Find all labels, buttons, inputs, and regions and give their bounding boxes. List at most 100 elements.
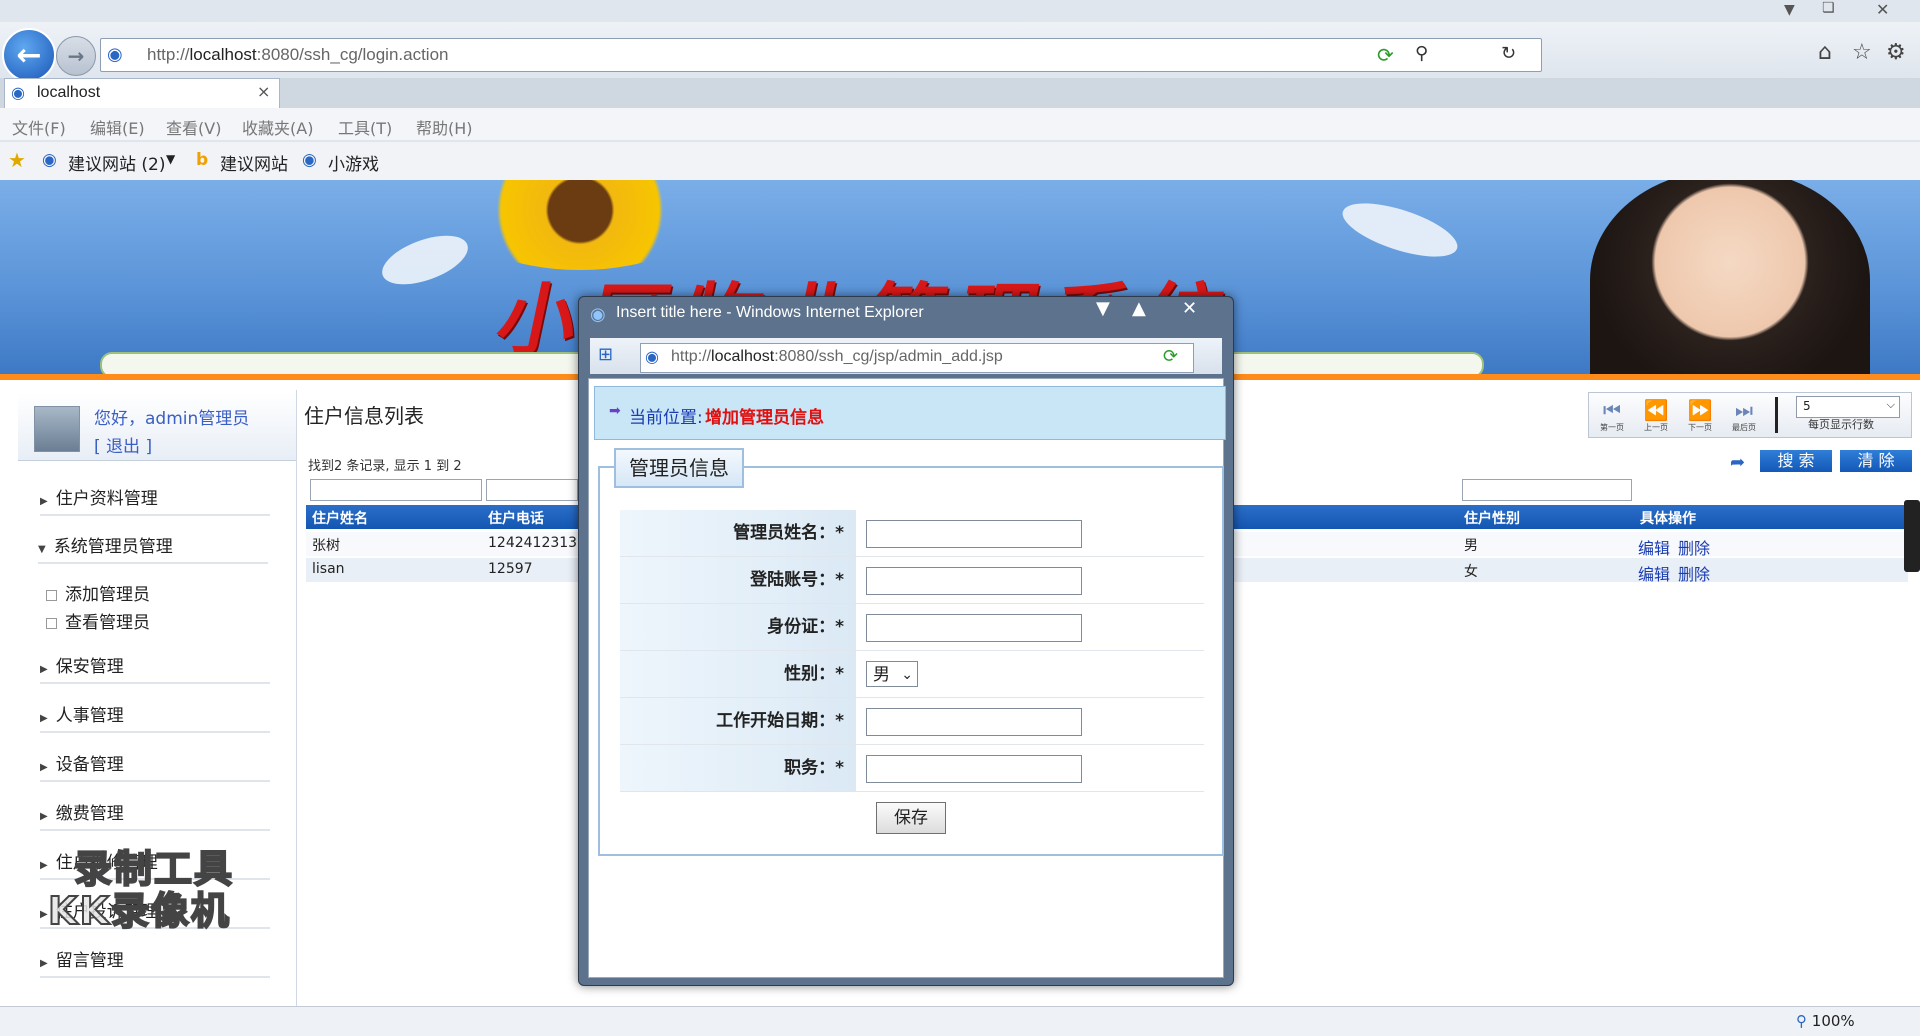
- login-account-input[interactable]: [866, 567, 1082, 595]
- dove-image-2: [1336, 192, 1464, 268]
- filter-phone-input[interactable]: [486, 479, 578, 501]
- menu-view[interactable]: 查看(V): [166, 115, 221, 139]
- chevron-down-icon[interactable]: ▼: [166, 152, 175, 166]
- sidebar-subitem-view-admin[interactable]: 查看管理员: [46, 608, 150, 633]
- zoom-level[interactable]: ⚲ 100%: [1796, 1012, 1855, 1030]
- sidebar-item-label: 设备管理: [55, 755, 124, 775]
- sidebar-subitem-add-admin[interactable]: 添加管理员: [46, 580, 150, 605]
- sidebar-item-messages[interactable]: ▶ 留言管理: [40, 946, 270, 978]
- edit-link[interactable]: 编辑: [1638, 561, 1670, 585]
- chevron-right-icon: ▶: [40, 909, 48, 920]
- filter-name-input[interactable]: [310, 479, 482, 501]
- sidebar-item-admin[interactable]: ▼ 系统管理员管理: [38, 532, 268, 564]
- next-page-button[interactable]: ⏩ 下一页: [1683, 398, 1717, 432]
- fav-suggested-sites[interactable]: 建议网站: [220, 150, 288, 175]
- popup-ie-icon: ◉: [590, 304, 606, 325]
- field-label: 登陆账号：*: [620, 557, 856, 603]
- bullet-icon: [46, 589, 57, 601]
- sidebar-item-personnel[interactable]: ▶ 人事管理: [40, 701, 270, 733]
- popup-compat-icon[interactable]: ⟳: [1163, 346, 1178, 367]
- popup-close-icon[interactable]: ✕: [1182, 298, 1197, 319]
- cell-name: lisan: [312, 561, 345, 577]
- restore-icon[interactable]: ❏: [1822, 0, 1835, 16]
- favorites-star-icon[interactable]: ☆: [1852, 40, 1872, 65]
- menu-edit[interactable]: 编辑(E): [90, 115, 145, 139]
- popup-minimize-icon[interactable]: ▼: [1096, 298, 1110, 319]
- close-icon[interactable]: ✕: [1876, 0, 1889, 19]
- field-label: 性别：*: [620, 651, 856, 697]
- edit-link[interactable]: 编辑: [1638, 535, 1670, 559]
- search-icon[interactable]: ⚲: [1415, 43, 1428, 64]
- filter-gender-input[interactable]: [1462, 479, 1632, 501]
- side-scroll-handle[interactable]: [1904, 500, 1920, 572]
- popup-url-host: localhost: [711, 348, 775, 365]
- records-summary: 找到2 条记录, 显示 1 到 2: [308, 459, 462, 474]
- form-row-gender: 性别：* 男 ⌄: [620, 651, 1204, 698]
- popup-maximize-icon[interactable]: ▲: [1132, 298, 1146, 319]
- sidebar-item-security[interactable]: ▶ 保安管理: [40, 652, 270, 684]
- save-button[interactable]: 保存: [876, 802, 946, 834]
- chevron-down-icon: ▼: [38, 544, 46, 555]
- menu-file[interactable]: 文件(F): [12, 115, 66, 139]
- menu-favorites[interactable]: 收藏夹(A): [242, 115, 313, 139]
- start-date-input[interactable]: [866, 708, 1082, 736]
- refresh-icon[interactable]: ↻: [1501, 43, 1516, 64]
- prev-page-button[interactable]: ⏪ 上一页: [1639, 398, 1673, 432]
- tab-page-icon: ◉: [11, 83, 25, 102]
- zoom-icon: ⚲: [1796, 1012, 1807, 1030]
- cell-phone: 12597: [488, 561, 533, 577]
- next-page-icon: ⏩: [1687, 398, 1713, 422]
- compat-icon[interactable]: ⟳: [1377, 43, 1394, 67]
- sidebar-item-label: 留言管理: [55, 951, 124, 971]
- sidebar-item-equipment[interactable]: ▶ 设备管理: [40, 750, 270, 782]
- forward-button[interactable]: →: [56, 36, 96, 76]
- sidebar-item-label: 缴费管理: [55, 804, 124, 824]
- rows-per-page-label: 每页显示行数: [1808, 418, 1874, 431]
- col-gender: 住户性别: [1464, 511, 1520, 527]
- fav-mini-games[interactable]: 小游戏: [328, 150, 379, 175]
- gear-icon[interactable]: ⚙: [1886, 40, 1906, 65]
- search-button[interactable]: 搜 索: [1760, 450, 1832, 472]
- sidebar-item-payment[interactable]: ▶ 缴费管理: [40, 799, 270, 831]
- popup-page-icon: ◉: [645, 347, 659, 366]
- logout-link[interactable]: [ 退出 ]: [94, 432, 152, 457]
- admin-name-input[interactable]: [866, 520, 1082, 548]
- address-bar[interactable]: ◉ http://localhost:8080/ssh_cg/login.act…: [100, 38, 1542, 72]
- avatar: [34, 406, 80, 452]
- popup-add-tab-icon[interactable]: ⊞: [598, 344, 613, 365]
- fav-suggested-sites-2[interactable]: 建议网站 (2): [68, 150, 165, 175]
- popup-address-bar[interactable]: ◉ http://localhost:8080/ssh_cg/jsp/admin…: [640, 343, 1194, 373]
- last-page-button[interactable]: ⏭ 最后页: [1727, 398, 1761, 432]
- delete-link[interactable]: 删除: [1678, 535, 1710, 559]
- tab-localhost[interactable]: ◉ localhost ×: [4, 78, 280, 109]
- field-label: 管理员姓名：*: [620, 510, 856, 556]
- sidebar-item-resident-info[interactable]: ▶ 住户资料管理: [40, 484, 270, 516]
- chevron-right-icon: ▶: [40, 958, 48, 969]
- sidebar-item-label: 保安管理: [55, 657, 124, 677]
- position-input[interactable]: [866, 755, 1082, 783]
- back-button[interactable]: ←: [2, 28, 56, 82]
- id-card-input[interactable]: [866, 614, 1082, 642]
- tab-row: [0, 78, 1920, 108]
- bullet-icon: [46, 617, 57, 629]
- export-icon[interactable]: ➦: [1730, 452, 1752, 473]
- menu-tools[interactable]: 工具(T): [338, 115, 392, 139]
- cell-gender: 女: [1464, 564, 1478, 580]
- menu-help[interactable]: 帮助(H): [416, 115, 473, 139]
- bing-icon: b: [196, 150, 209, 170]
- form-row-id-card: 身份证：*: [620, 604, 1204, 651]
- home-icon[interactable]: ⌂: [1818, 40, 1832, 65]
- popup-url-prefix: http://: [671, 348, 712, 365]
- tab-close-icon[interactable]: ×: [257, 82, 270, 101]
- clear-button[interactable]: 清 除: [1840, 450, 1912, 472]
- pager-divider: [1775, 397, 1778, 433]
- gender-select[interactable]: 男 ⌄: [866, 661, 918, 687]
- rows-per-page-select[interactable]: 5 ⌵: [1796, 396, 1900, 418]
- minimize-icon[interactable]: ▼: [1784, 2, 1795, 18]
- favorites-add-icon[interactable]: ★: [8, 148, 26, 172]
- first-page-button[interactable]: ⏮ 第一页: [1595, 398, 1629, 432]
- form-row-login-account: 登陆账号：*: [620, 557, 1204, 604]
- col-phone: 住户电话: [488, 511, 544, 527]
- delete-link[interactable]: 删除: [1678, 561, 1710, 585]
- chevron-right-icon: ▶: [40, 664, 48, 675]
